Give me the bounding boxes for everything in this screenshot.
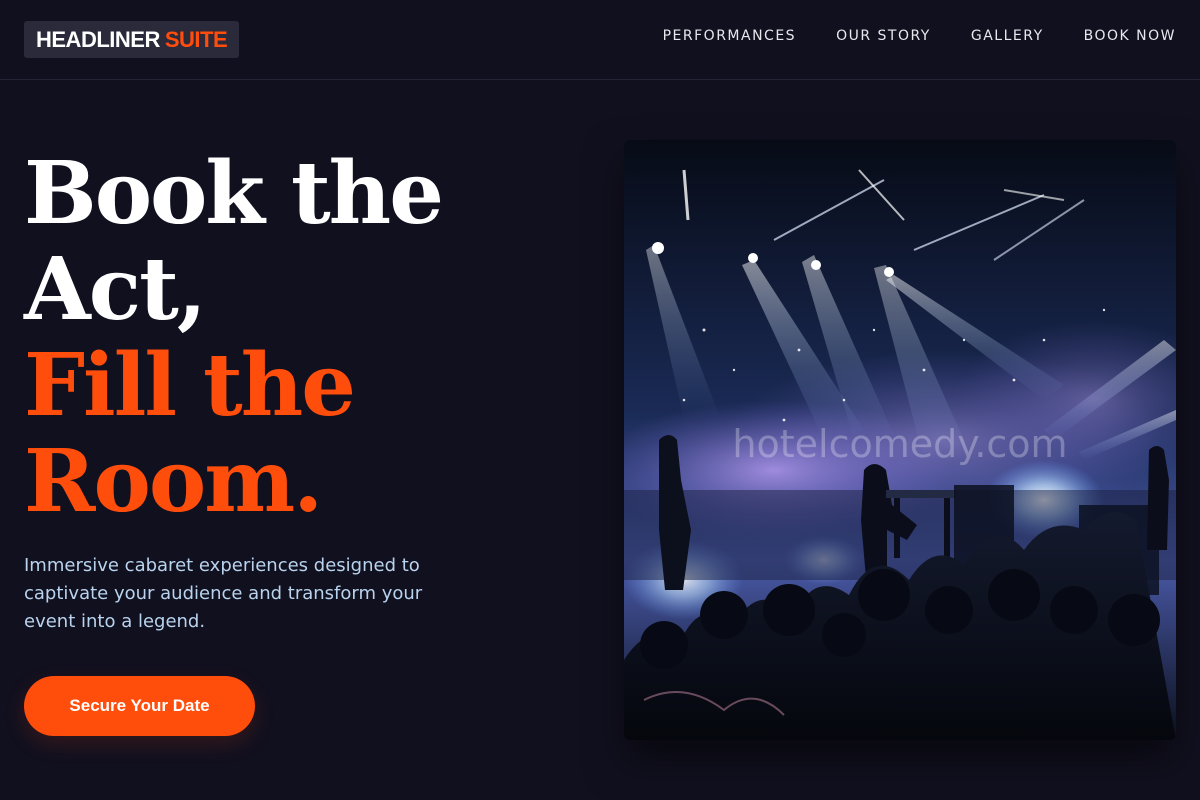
photo-watermark: hotelcomedy.com [732,422,1068,466]
headline-line-3: Fill the [24,335,356,436]
headline-line-2: Act, [24,239,207,340]
hero-description: Immersive cabaret experiences designed t… [24,555,423,632]
headline-line-1: Book the [24,143,444,244]
logo[interactable]: HEADLINER SUITE [24,21,240,58]
headline-line-4: Room. [24,431,323,532]
main-nav: PERFORMANCES OUR STORY GALLERY BOOK NOW [663,28,1176,44]
concert-photo: hotelcomedy.com [624,140,1176,740]
secure-your-date-button[interactable]: Secure Your Date [24,676,255,736]
logo-word-suite: SUITE [164,26,228,52]
nav-link-book-now[interactable]: BOOK NOW [1084,28,1176,44]
nav-link-performances[interactable]: PERFORMANCES [663,28,796,44]
logo-word-headliner: HEADLINER [36,26,160,52]
hero-headline: Book the Act, Fill the Room. [24,146,544,530]
nav-link-our-story[interactable]: OUR STORY [836,28,931,44]
site-header: HEADLINER SUITE PERFORMANCES OUR STORY G… [0,0,1200,80]
nav-link-gallery[interactable]: GALLERY [971,28,1044,44]
